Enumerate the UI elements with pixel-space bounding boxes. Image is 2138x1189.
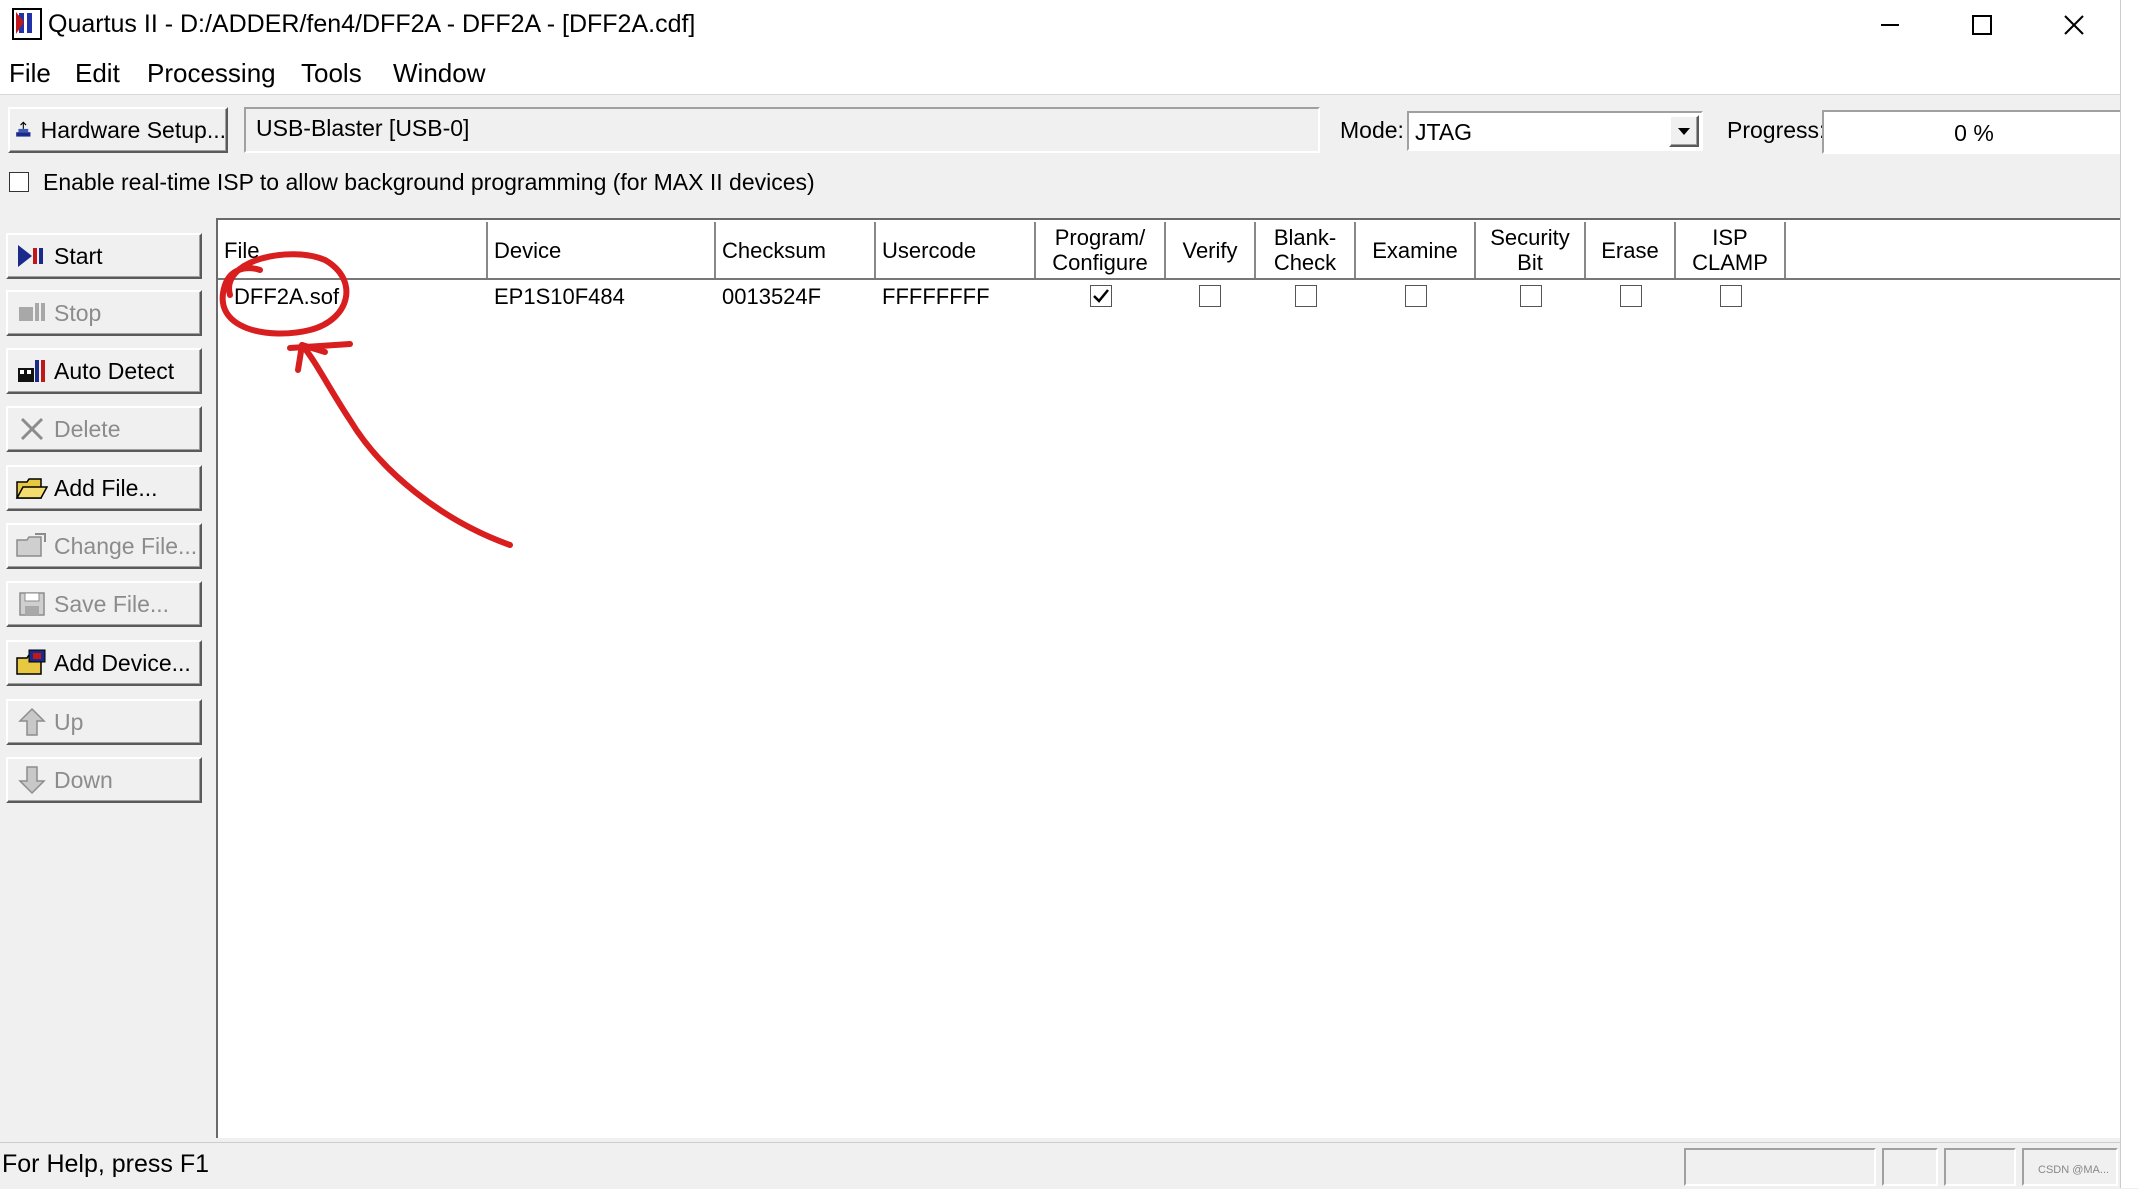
add-file-button[interactable]: Add File...	[6, 465, 202, 511]
stop-label: Stop	[54, 299, 102, 326]
status-pane-1	[1684, 1148, 1876, 1186]
progress-value: 0 %	[1954, 120, 1994, 146]
maximize-button[interactable]	[1936, 0, 2028, 50]
save-file-label: Save File...	[54, 590, 170, 617]
add-file-icon	[15, 478, 49, 499]
arrow-down-icon	[18, 766, 46, 795]
menu-file[interactable]: File	[9, 58, 51, 89]
checkmark-icon	[1093, 289, 1109, 303]
delete-button[interactable]: Delete	[6, 406, 202, 452]
column-header-checksum[interactable]: Checksum	[716, 222, 876, 278]
mode-value: JTAG	[1415, 119, 1473, 145]
column-header-security-bit[interactable]: Security Bit	[1476, 222, 1586, 278]
isp-label: Enable real-time ISP to allow background…	[43, 169, 815, 195]
column-header-erase[interactable]: Erase	[1586, 222, 1676, 278]
start-icon	[18, 245, 43, 267]
change-file-label: Change File...	[54, 532, 198, 559]
status-pane-2	[1882, 1148, 1938, 1186]
verify-checkbox[interactable]	[1199, 285, 1221, 307]
auto-detect-icon	[18, 360, 45, 382]
change-file-icon	[16, 533, 46, 557]
delete-label: Delete	[54, 415, 121, 442]
watermark: CSDN @MA...	[2038, 1164, 2110, 1176]
minimize-icon	[1881, 24, 1899, 26]
column-header-isp-clamp[interactable]: ISP CLAMP	[1676, 222, 1786, 278]
up-button[interactable]: Up	[6, 699, 202, 745]
hardware-icon	[16, 121, 31, 137]
hardware-setup-label: Hardware Setup...	[40, 116, 226, 143]
status-text: For Help, press F1	[2, 1150, 210, 1178]
column-header-program-configure[interactable]: Program/ Configure	[1036, 222, 1166, 278]
menu-edit[interactable]: Edit	[75, 58, 120, 89]
right-edge-background	[2120, 0, 2138, 1188]
column-header-usercode[interactable]: Usercode	[876, 222, 1036, 278]
add-device-label: Add Device...	[54, 649, 191, 676]
blank-check-checkbox[interactable]	[1295, 285, 1317, 307]
status-pane-3	[1944, 1148, 2016, 1186]
menu-processing[interactable]: Processing	[147, 58, 276, 89]
examine-checkbox[interactable]	[1405, 285, 1427, 307]
cell-usercode: FFFFFFFF	[882, 284, 990, 309]
stop-button[interactable]: Stop	[6, 290, 202, 336]
chevron-down-icon	[1678, 128, 1690, 135]
menu-tools[interactable]: Tools	[301, 58, 362, 89]
cell-checksum: 0013524F	[722, 284, 822, 309]
progress-label: Progress:	[1727, 117, 1826, 143]
column-header-examine[interactable]: Examine	[1356, 222, 1476, 278]
down-button[interactable]: Down	[6, 757, 202, 803]
red-annotation-circle-arrow	[219, 251, 513, 548]
save-icon	[19, 592, 45, 616]
auto-detect-button[interactable]: Auto Detect	[6, 348, 202, 394]
minimize-button[interactable]	[1844, 0, 1936, 50]
security-bit-checkbox[interactable]	[1520, 285, 1542, 307]
maximize-icon	[1972, 15, 1992, 35]
column-header-verify[interactable]: Verify	[1166, 222, 1256, 278]
close-button[interactable]	[2028, 0, 2120, 50]
mode-label: Mode:	[1340, 117, 1404, 143]
quartus-app-icon	[12, 8, 42, 40]
column-header-blank-check[interactable]: Blank- Check	[1256, 222, 1356, 278]
start-label: Start	[54, 242, 103, 269]
add-file-label: Add File...	[54, 474, 158, 501]
auto-detect-label: Auto Detect	[54, 357, 175, 384]
isp-clamp-checkbox[interactable]	[1720, 285, 1742, 307]
down-label: Down	[54, 766, 113, 793]
window-title: Quartus II - D:/ADDER/fen4/DFF2A - DFF2A…	[48, 10, 696, 38]
arrow-up-icon	[18, 707, 46, 736]
up-label: Up	[54, 708, 84, 735]
start-button[interactable]: Start	[6, 233, 202, 279]
save-file-button[interactable]: Save File...	[6, 581, 202, 627]
progress-field: 0 %	[1822, 110, 2122, 154]
mode-dropdown-button[interactable]	[1669, 115, 1699, 147]
hardware-field: USB-Blaster [USB-0]	[244, 107, 1320, 153]
mode-select[interactable]: JTAG	[1407, 111, 1703, 151]
program-configure-checkbox[interactable]	[1090, 285, 1112, 307]
add-device-button[interactable]: Add Device...	[6, 640, 202, 686]
delete-icon	[20, 417, 44, 441]
erase-checkbox[interactable]	[1620, 285, 1642, 307]
hardware-setup-button[interactable]: Hardware Setup...	[8, 107, 228, 153]
add-device-icon	[16, 649, 46, 675]
hardware-value: USB-Blaster [USB-0]	[256, 115, 470, 141]
isp-checkbox[interactable]	[9, 172, 29, 192]
change-file-button[interactable]: Change File...	[6, 523, 202, 569]
close-icon	[2064, 15, 2084, 35]
menu-window[interactable]: Window	[393, 58, 485, 89]
stop-icon	[19, 303, 45, 321]
